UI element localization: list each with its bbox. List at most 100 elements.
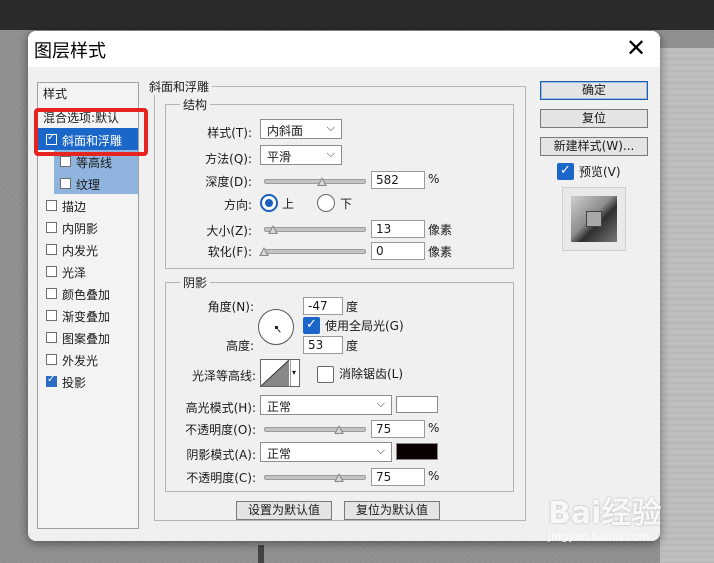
angle-input[interactable]: -47 xyxy=(303,297,343,315)
contour-checkbox[interactable] xyxy=(60,156,71,167)
close-icon[interactable]: ✕ xyxy=(624,35,648,61)
style-item-inner-glow[interactable]: 内发光 xyxy=(38,238,138,260)
soften-slider[interactable] xyxy=(264,249,366,254)
contour-dropdown-arrow[interactable]: ▾ xyxy=(290,360,300,386)
style-item-inner-shadow[interactable]: 内阴影 xyxy=(38,216,138,238)
technique-select[interactable]: 平滑 ⌵ xyxy=(260,145,342,165)
soften-slider-thumb[interactable] xyxy=(259,247,269,256)
shadow-opacity-value: 75 xyxy=(376,470,392,484)
style-item-texture[interactable]: 纹理 xyxy=(54,172,138,194)
highlight-mode-label: 高光模式(H): xyxy=(185,401,256,415)
highlight-color-swatch[interactable] xyxy=(396,396,438,413)
highlight-opacity-slider[interactable] xyxy=(264,427,366,432)
gloss-contour-picker[interactable]: ▾ xyxy=(260,359,300,387)
new-style-button[interactable]: 新建样式(W)... xyxy=(540,137,648,156)
size-slider[interactable] xyxy=(264,227,366,232)
stroke-checkbox[interactable] xyxy=(46,200,57,211)
dialog-title: 图层样式 xyxy=(34,41,106,62)
preview-inner-square xyxy=(586,211,602,227)
style-item-label: 内发光 xyxy=(62,244,99,258)
soften-label: 软化(F): xyxy=(207,245,252,259)
app-top-bar xyxy=(0,0,714,30)
reset-default-button[interactable]: 复位为默认值 xyxy=(344,501,440,520)
contour-curve-icon xyxy=(261,360,289,386)
depth-slider-thumb[interactable] xyxy=(317,177,327,186)
shadow-opacity-label: 不透明度(C): xyxy=(186,471,256,485)
color-overlay-checkbox[interactable] xyxy=(46,288,57,299)
chevron-down-icon: ⌵ xyxy=(326,121,335,134)
shadow-opacity-thumb[interactable] xyxy=(334,473,344,482)
watermark-brand: Bai经验 xyxy=(548,496,662,531)
style-item-outer-glow[interactable]: 外发光 xyxy=(38,348,138,370)
style-item-color-overlay[interactable]: 颜色叠加 xyxy=(38,282,138,304)
style-item-drop-shadow[interactable]: 投影 xyxy=(38,370,138,392)
size-input[interactable]: 13 xyxy=(371,220,425,238)
canvas-right-strip xyxy=(660,48,714,563)
highlight-mode-select[interactable]: 正常 ⌵ xyxy=(260,395,392,415)
outer-glow-checkbox[interactable] xyxy=(46,354,57,365)
style-item-gradient-overlay[interactable]: 渐变叠加 xyxy=(38,304,138,326)
inner-glow-checkbox[interactable] xyxy=(46,244,57,255)
inner-shadow-checkbox[interactable] xyxy=(46,222,57,233)
style-item-label: 外发光 xyxy=(62,354,99,368)
shadow-color-swatch[interactable] xyxy=(396,443,438,460)
style-select[interactable]: 内斜面 ⌵ xyxy=(260,119,342,139)
angle-dial[interactable] xyxy=(258,309,294,345)
gradient-overlay-checkbox[interactable] xyxy=(46,310,57,321)
soften-input[interactable]: 0 xyxy=(371,242,425,260)
style-list-header[interactable]: 样式 xyxy=(43,85,67,102)
shadow-opacity-slider[interactable] xyxy=(264,475,366,480)
set-default-button[interactable]: 设置为默认值 xyxy=(236,501,332,520)
angle-value: -47 xyxy=(308,299,328,313)
size-value: 13 xyxy=(376,222,392,236)
anti-alias-label: 消除锯齿(L) xyxy=(339,367,404,381)
style-item-label: 光泽 xyxy=(62,266,87,280)
satin-checkbox[interactable] xyxy=(46,266,57,277)
chevron-down-icon: ⌵ xyxy=(376,444,385,457)
direction-down-label: 下 xyxy=(340,197,353,211)
highlight-opacity-thumb[interactable] xyxy=(334,425,344,434)
style-item-label: 等高线 xyxy=(76,156,113,170)
preview-thumbnail xyxy=(562,187,626,251)
style-item-label: 渐变叠加 xyxy=(62,310,111,324)
ok-button[interactable]: 确定 xyxy=(540,81,648,100)
highlight-opacity-value: 75 xyxy=(376,422,392,436)
shadow-mode-select[interactable]: 正常 ⌵ xyxy=(260,442,392,462)
global-light-checkbox[interactable] xyxy=(303,317,320,334)
drop-shadow-checkbox[interactable] xyxy=(46,374,57,387)
altitude-value: 53 xyxy=(308,338,324,352)
pattern-overlay-checkbox[interactable] xyxy=(46,332,57,343)
style-item-label: 投影 xyxy=(62,376,87,390)
direction-up-radio[interactable] xyxy=(260,194,278,212)
anti-alias-checkbox[interactable] xyxy=(317,366,334,383)
depth-slider[interactable] xyxy=(264,179,366,184)
global-light-label: 使用全局光(G) xyxy=(325,319,404,333)
caret-down-icon: ▾ xyxy=(292,368,297,377)
angle-dial-needle xyxy=(277,329,281,333)
reset-button[interactable]: 复位 xyxy=(540,109,648,128)
highlight-opacity-input[interactable]: 75 xyxy=(371,420,425,438)
style-item-satin[interactable]: 光泽 xyxy=(38,260,138,282)
preview-checkbox[interactable] xyxy=(557,163,574,180)
depth-input[interactable]: 582 xyxy=(371,171,425,189)
style-item-label: 颜色叠加 xyxy=(62,288,111,302)
altitude-input[interactable]: 53 xyxy=(303,336,343,354)
style-select-value: 内斜面 xyxy=(267,124,304,138)
style-item-stroke[interactable]: 描边 xyxy=(38,194,138,216)
size-slider-thumb[interactable] xyxy=(268,225,278,234)
style-item-pattern-overlay[interactable]: 图案叠加 xyxy=(38,326,138,348)
style-item-label: 描边 xyxy=(62,200,87,214)
preview-swatch xyxy=(571,196,617,242)
altitude-label: 高度: xyxy=(225,339,254,353)
depth-unit: % xyxy=(428,172,440,186)
shading-title: 阴影 xyxy=(180,274,211,291)
style-item-label: 纹理 xyxy=(76,178,101,192)
chevron-down-icon: ⌵ xyxy=(376,397,385,410)
shadow-opacity-input[interactable]: 75 xyxy=(371,468,425,486)
watermark-url: jingyan.baidu.com xyxy=(548,530,650,543)
texture-checkbox[interactable] xyxy=(60,178,71,189)
chevron-down-icon: ⌵ xyxy=(326,147,335,160)
direction-up-label: 上 xyxy=(282,197,295,211)
direction-down-radio[interactable] xyxy=(317,194,335,212)
soften-unit: 像素 xyxy=(428,245,453,259)
